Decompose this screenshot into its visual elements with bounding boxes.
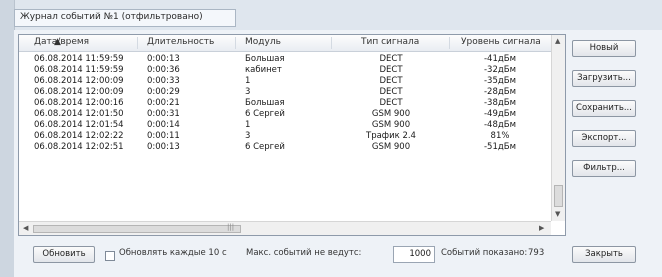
max-events-field[interactable]: 1000 [393,246,435,263]
scroll-left-arrow-icon[interactable]: ◀ [23,224,28,232]
scroll-right-arrow-icon[interactable]: ▶ [539,224,544,232]
column-header-duration[interactable]: Длительность [147,37,214,47]
horizontal-scrollbar[interactable]: ◀ ||| ▶ [19,221,551,235]
column-divider[interactable] [235,37,236,49]
column-divider[interactable] [137,37,138,49]
table-row[interactable]: 06.08.2014 12:02:22 0:00:11 3 Трафик 2.4 81% [19,131,551,142]
column-header-signal-level[interactable]: Уровень сигнала [461,37,541,47]
events-shown-label: Событий показано: [441,248,528,258]
load-button[interactable]: Загрузить... [572,70,636,87]
refresh-button[interactable]: Обновить [33,246,95,263]
auto-refresh-label: Обновлять каждые 10 с [119,248,227,258]
window-title: Журнал событий №1 (отфильтровано) [20,12,203,22]
table-row[interactable]: 06.08.2014 12:00:16 0:00:21 Большая DECT -38… [19,98,551,109]
column-header-datetime[interactable]: Дата/время [34,37,89,47]
scroll-down-arrow-icon[interactable]: ▼ [555,210,560,218]
filter-button[interactable]: Фильтр... [572,160,636,177]
column-header-module[interactable]: Модуль [245,37,281,47]
export-button[interactable]: Экспорт... [572,130,636,147]
vertical-scroll-thumb[interactable] [554,185,563,207]
list-header: ▲ Дата/время Длительность Модуль Тип сиг… [19,35,551,52]
table-row[interactable]: 06.08.2014 11:59:59 0:00:36 кабинет DECT -32… [19,65,551,76]
close-button[interactable]: Закрыть [572,246,636,263]
table-row[interactable]: 06.08.2014 12:01:54 0:00:14 1 GSM 900 -48дБм [19,120,551,131]
table-row[interactable]: 06.08.2014 12:00:09 0:00:29 3 DECT -28дБм [19,87,551,98]
table-row[interactable]: 06.08.2014 12:00:09 0:00:33 1 DECT -35дБм [19,76,551,87]
new-button[interactable]: Новый [572,40,636,57]
column-divider[interactable] [331,37,332,49]
auto-refresh-checkbox[interactable] [105,251,115,261]
table-row[interactable]: 06.08.2014 12:02:51 0:00:13 6 Сергей GSM 90… [19,142,551,153]
events-shown-value: 793 [528,248,545,258]
window-left-frame [0,0,15,277]
column-header-signal-type[interactable]: Тип сигнала [361,37,419,47]
table-row[interactable]: 06.08.2014 12:01:50 0:00:31 6 Сергей GSM 90… [19,109,551,120]
vertical-scrollbar[interactable]: ▲ ▼ [551,35,565,221]
max-events-label: Макс. событий не ведутс: [246,248,362,258]
events-list[interactable]: ▲ Дата/время Длительность Модуль Тип сиг… [18,34,566,236]
horizontal-scroll-thumb[interactable] [33,225,241,233]
scroll-grip-icon: ||| [227,223,235,231]
table-row[interactable]: 06.08.2014 11:59:59 0:00:13 Большая DECT -41… [19,54,551,65]
scroll-up-arrow-icon[interactable]: ▲ [555,37,560,45]
column-divider[interactable] [449,37,450,49]
save-button[interactable]: Сохранить... [572,100,636,117]
